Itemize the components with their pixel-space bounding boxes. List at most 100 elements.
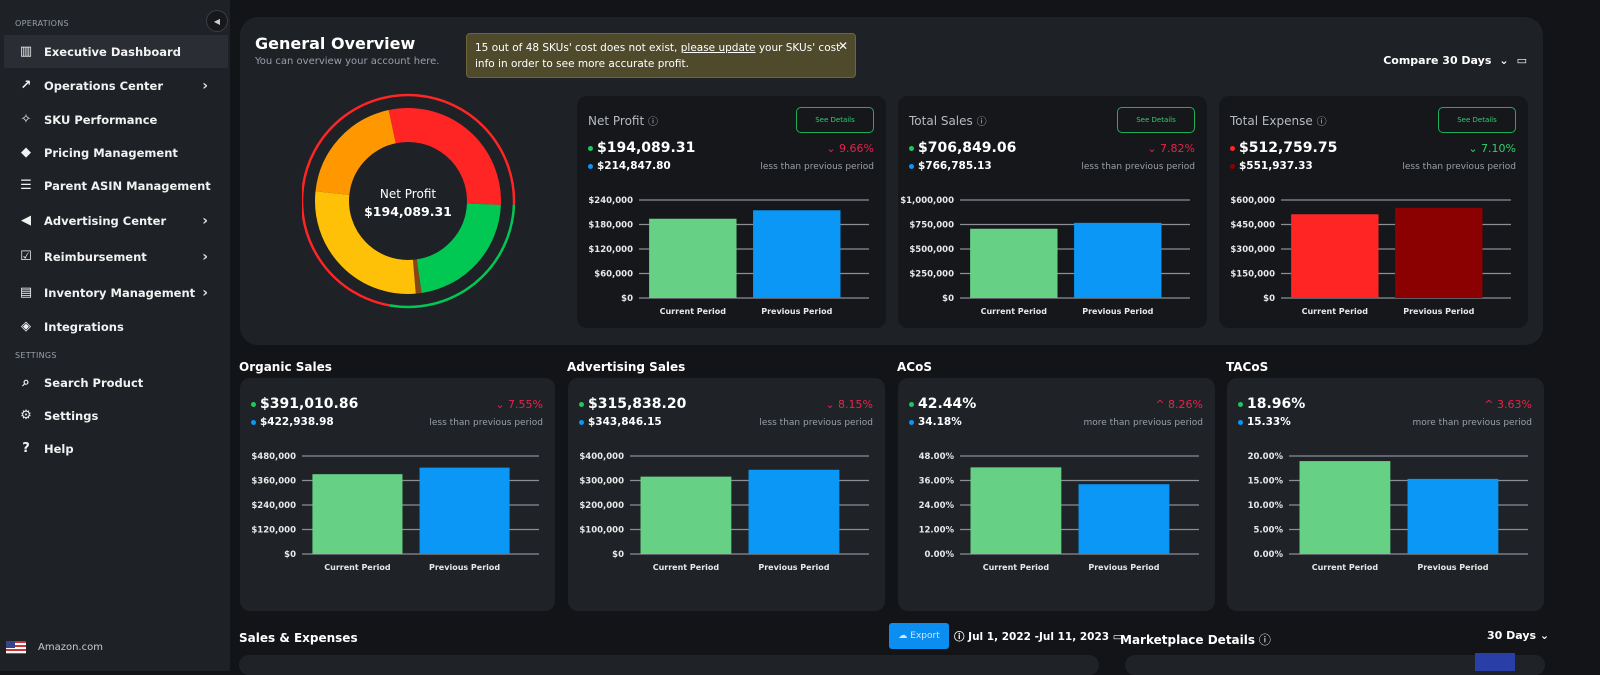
y-tick-label: $250,000 [909, 270, 954, 280]
marketplace-details-title: Marketplace Details ⓘ [1120, 631, 1271, 648]
x-category-label: Current Period [324, 563, 391, 572]
sidebar-item-executive-dashboard[interactable]: ▥ Executive Dashboard [4, 35, 228, 68]
card-net-profit: Net Profit ⓘ See Details $194,089.31 $21… [577, 96, 886, 328]
current-value-text: $706,849.06 [918, 140, 1017, 156]
section-label-operations: OPERATIONS [15, 19, 69, 28]
previous-value-text: $422,938.98 [260, 416, 334, 428]
current-dot-icon [909, 145, 914, 151]
card-advertising-sales: $315,838.20 $343,846.15 ⌄ 8.15% less tha… [568, 378, 885, 611]
chevron-right-icon: › [202, 284, 208, 301]
y-tick-label: 5.00% [1254, 526, 1284, 536]
current-dot-icon [1230, 145, 1235, 151]
sidebar-item-label: Executive Dashboard [44, 44, 181, 59]
please-update-link[interactable]: please update [681, 42, 756, 54]
sidebar-item-inventory-management[interactable]: ▤ Inventory Management › [4, 276, 228, 309]
x-category-label: Current Period [653, 563, 720, 572]
marketplace-label: Amazon.com [38, 642, 103, 653]
sidebar-item-settings[interactable]: ⚙ Settings [4, 399, 228, 432]
info-icon[interactable]: ⓘ [977, 117, 987, 128]
sidebar-item-search-product[interactable]: ⌕ Search Product [4, 366, 228, 399]
bar-current-period[interactable] [1291, 214, 1379, 298]
see-details-button[interactable]: See Details [1117, 107, 1195, 133]
sidebar-item-help[interactable]: ? Help [4, 432, 228, 465]
x-category-label: Previous Period [761, 307, 832, 316]
y-tick-label: 15.00% [1248, 477, 1284, 487]
y-tick-label: 48.00% [919, 452, 955, 462]
y-tick-label: $240,000 [251, 501, 296, 511]
arrow-down-icon: ⌄ [1147, 142, 1161, 155]
chevron-right-icon: › [202, 77, 208, 94]
info-icon[interactable]: ⓘ [648, 117, 658, 128]
sidebar-item-advertising-center[interactable]: ◀ Advertising Center › [4, 204, 228, 237]
tag-icon: ◆ [21, 145, 31, 160]
bar-current-period[interactable] [312, 474, 403, 554]
date-range-picker[interactable]: ⓘ Jul 1, 2022 -Jul 11, 2023 ▭ [954, 629, 1123, 644]
close-icon[interactable]: ✕ [838, 38, 848, 54]
info-icon[interactable]: ⓘ [1317, 117, 1327, 128]
scroll-widget[interactable] [1475, 653, 1515, 671]
sidebar-item-label: Parent ASIN Management [44, 178, 211, 193]
y-tick-label: $600,000 [1230, 196, 1275, 206]
sidebar-item-parent-asin-management[interactable]: ☰ Parent ASIN Management [4, 169, 228, 202]
sidebar-item-label: Operations Center [44, 78, 164, 93]
see-details-button[interactable]: See Details [796, 107, 874, 133]
sidebar-item-sku-performance[interactable]: ✧ SKU Performance [4, 103, 228, 136]
page-title: General Overview [255, 34, 416, 53]
net-profit-donut-chart: Net Profit $194,089.31 [302, 93, 516, 309]
collapse-sidebar-button[interactable]: ◀ [206, 10, 228, 32]
y-tick-label: $0 [1263, 294, 1275, 304]
export-button[interactable]: ☁ Export [889, 623, 949, 649]
sidebar-item-operations-center[interactable]: ↗ Operations Center › [4, 69, 228, 102]
arrow-down-icon: ⌄ [826, 142, 840, 155]
bar-previous-period[interactable] [1074, 222, 1162, 298]
bar-chart-icon: ▥ [19, 44, 33, 59]
y-tick-label: $180,000 [588, 221, 633, 231]
card-title: Total Sales ⓘ [909, 113, 987, 128]
y-tick-label: $60,000 [594, 270, 633, 280]
marketplace-selector[interactable]: Amazon.com [6, 641, 103, 654]
y-tick-label: $240,000 [588, 196, 633, 206]
previous-value-text: $551,937.33 [1239, 160, 1313, 172]
bar-previous-period[interactable] [1395, 207, 1483, 298]
card-total-expense: Total Expense ⓘ See Details $512,759.75 … [1219, 96, 1528, 328]
see-details-button[interactable]: See Details [1438, 107, 1516, 133]
bar-previous-period[interactable] [1407, 478, 1499, 554]
change-note: less than previous period [760, 162, 874, 172]
comparison-bar-chart: $0 $250,000 $500,000 $750,000 $1,000,000 Curr… [900, 196, 1190, 316]
current-value: $512,759.75 [1230, 140, 1337, 156]
y-tick-label: $100,000 [579, 526, 624, 536]
sales-expenses-title: Sales & Expenses [239, 631, 358, 645]
bar-previous-period[interactable] [748, 469, 840, 554]
current-value: $706,849.06 [909, 140, 1016, 156]
change-note: less than previous period [429, 418, 543, 428]
change-note: less than previous period [1081, 162, 1195, 172]
trend-up-icon: ↗ [20, 78, 32, 93]
compare-period-dropdown[interactable]: Compare 30 Days ⌄ ▭ [1383, 54, 1527, 67]
calendar-icon[interactable]: ▭ [1517, 54, 1527, 67]
sidebar-item-label: Pricing Management [44, 145, 178, 160]
bar-current-period[interactable] [1299, 461, 1391, 554]
sidebar-item-pricing-management[interactable]: ◆ Pricing Management [4, 136, 228, 169]
bar-current-period[interactable] [640, 476, 732, 554]
x-category-label: Previous Period [1088, 563, 1159, 572]
bar-previous-period[interactable] [1078, 484, 1170, 554]
days-dropdown[interactable]: 30 Days ⌄ [1487, 629, 1549, 642]
section-title-organic-sales: Organic Sales [239, 360, 332, 374]
bar-previous-period[interactable] [753, 210, 841, 298]
donut-segment[interactable] [315, 110, 397, 196]
current-value-text: 42.44% [918, 396, 977, 412]
sidebar-item-label: Advertising Center [44, 213, 167, 228]
donut-segment[interactable] [412, 259, 422, 294]
clipboard-check-icon: ☑ [20, 249, 32, 264]
previous-value: $214,847.80 [588, 160, 671, 172]
list-icon: ☰ [20, 178, 32, 193]
y-tick-label: $500,000 [909, 245, 954, 255]
y-tick-label: 0.00% [1254, 550, 1284, 560]
bar-current-period[interactable] [970, 467, 1062, 554]
sidebar-item-integrations[interactable]: ◈ Integrations [4, 310, 228, 343]
y-tick-label: 24.00% [919, 501, 955, 511]
bar-current-period[interactable] [649, 218, 737, 298]
bar-previous-period[interactable] [419, 467, 510, 554]
sidebar-item-reimbursement[interactable]: ☑ Reimbursement › [4, 240, 228, 273]
bar-current-period[interactable] [970, 228, 1058, 298]
